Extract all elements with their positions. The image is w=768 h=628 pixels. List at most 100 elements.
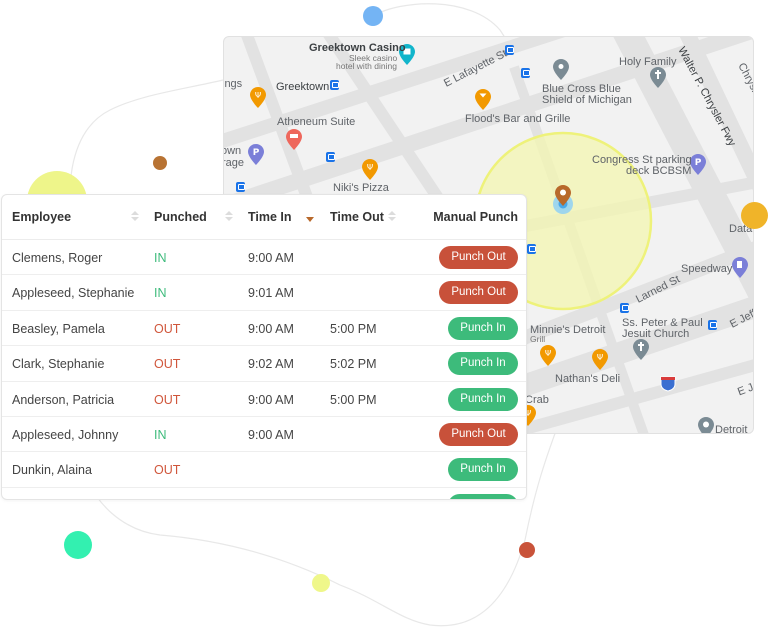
church-pin-icon[interactable] <box>633 339 649 360</box>
restaurant-pin-icon[interactable]: Ψ <box>362 159 378 180</box>
punch-status: OUT <box>154 321 181 336</box>
table-row: Dunkin, Alaina OUT Punch In <box>2 452 526 488</box>
interstate-375-shield <box>660 376 676 392</box>
punch-out-button[interactable]: Punch Out <box>439 281 518 305</box>
parking-pin-icon[interactable]: P <box>248 144 264 165</box>
map-label: ings <box>223 78 243 90</box>
map-label: Shield of Michigan <box>542 94 632 106</box>
parking-pin-icon[interactable]: P <box>690 154 706 175</box>
map-label: rage <box>223 157 245 169</box>
map-label: Greektown <box>276 81 330 93</box>
map-label: deck BCBSM <box>626 165 692 177</box>
transit-icon[interactable] <box>708 320 717 330</box>
employee-name: Anderson, Patricia <box>12 392 115 407</box>
punch-in-button[interactable]: Punch In <box>448 458 518 482</box>
green-dot <box>64 531 92 559</box>
map-label: own <box>223 145 242 157</box>
map-label: Atheneum Suite <box>277 116 356 128</box>
punch-in-button[interactable]: Punch In <box>448 316 518 340</box>
employee-name: Clark, Stephanie <box>12 357 105 372</box>
map-label: hotel with dining <box>336 61 397 71</box>
punch-status: IN <box>154 428 167 442</box>
transit-icon[interactable] <box>527 244 536 254</box>
blue-dot <box>363 6 383 26</box>
location-pin-icon[interactable] <box>555 185 571 206</box>
svg-text:Ψ: Ψ <box>255 91 261 100</box>
employee-punch-table: Employee Punched Time In Time Out Manual… <box>1 194 527 500</box>
hotel-pin-icon[interactable] <box>286 129 302 150</box>
column-header-employee[interactable]: Employee <box>12 210 71 224</box>
punch-in-button[interactable]: Punch In <box>448 493 518 499</box>
time-in: 9:02 AM <box>248 357 294 372</box>
table-row: Appleseed, Johnny IN 9:00 AM Punch Out <box>2 417 526 453</box>
time-out: 5:00 PM <box>330 321 377 336</box>
transit-icon[interactable] <box>326 152 335 162</box>
time-in: 9:00 AM <box>248 392 294 407</box>
brown-dot <box>153 156 167 170</box>
table-row: Beasley, Pamela OUT 9:00 AM 5:00 PM Punch In <box>2 311 526 347</box>
svg-text:P: P <box>253 148 260 158</box>
sort-icon[interactable] <box>388 211 396 223</box>
column-header-time-in[interactable]: Time In <box>248 210 292 224</box>
svg-text:Ψ: Ψ <box>597 353 603 362</box>
column-header-time-out[interactable]: Time Out <box>330 210 384 224</box>
yellow-small-dot <box>312 574 330 592</box>
map-label: Holy Family <box>619 56 677 68</box>
punch-out-button[interactable]: Punch Out <box>439 423 518 446</box>
svg-text:P: P <box>695 158 702 168</box>
map-label: Flood's Bar and Grille <box>465 113 571 125</box>
column-header-punched[interactable]: Punched <box>154 210 207 224</box>
red-dot <box>519 542 535 558</box>
column-header-manual-punch: Manual Punch <box>433 210 518 224</box>
punch-status: OUT <box>154 463 181 478</box>
transit-icon[interactable] <box>236 182 245 192</box>
punch-status: OUT <box>154 392 181 407</box>
transit-icon[interactable] <box>620 303 629 313</box>
bar-pin-icon[interactable] <box>475 89 491 110</box>
punch-in-button[interactable]: Punch In <box>448 352 518 376</box>
table-row: Clark, Stephanie OUT 9:02 AM 5:02 PM Punch I… <box>2 346 526 382</box>
time-out: 5:02 PM <box>330 357 377 372</box>
table-row: Anderson, Patricia OUT 9:00 AM 5:00 PM Punch… <box>2 382 526 417</box>
table-row: Clemens, Roger IN 9:00 AM Punch Out <box>2 240 526 276</box>
orange-dot <box>741 202 768 229</box>
map-label: Grill <box>530 334 546 344</box>
map-label: Crab <box>525 394 549 406</box>
restaurant-pin-icon[interactable]: Ψ <box>250 87 266 108</box>
time-in: 9:00 AM <box>248 428 294 442</box>
transit-icon[interactable] <box>330 80 339 90</box>
restaurant-pin-icon[interactable]: Ψ <box>540 345 556 366</box>
time-in: 9:01 AM <box>248 286 294 301</box>
punch-status: OUT <box>154 357 181 372</box>
map-label: Speedway <box>681 263 733 275</box>
church-pin-icon[interactable] <box>650 67 666 88</box>
svg-text:Ψ: Ψ <box>545 349 551 358</box>
map-label: Jesuit Church <box>622 328 690 340</box>
punch-status: IN <box>154 251 167 265</box>
table-row: Appleseed, Stephanie IN 9:01 AM Punch Out <box>2 275 526 311</box>
punch-out-button[interactable]: Punch Out <box>439 246 518 269</box>
punch-status: IN <box>154 286 167 301</box>
sort-desc-icon[interactable] <box>306 217 314 222</box>
employee-name: Clemens, Roger <box>12 251 103 265</box>
time-in: 9:00 AM <box>248 251 294 265</box>
map-label: Detroit <box>715 424 748 434</box>
gas-station-pin-icon[interactable] <box>732 257 748 278</box>
employee-name: Appleseed, Stephanie <box>12 286 135 301</box>
sort-icon[interactable] <box>131 211 139 223</box>
place-pin-icon[interactable] <box>698 417 714 434</box>
transit-icon[interactable] <box>521 68 530 78</box>
time-out: 5:00 PM <box>330 392 377 407</box>
table-header: Employee Punched Time In Time Out Manual… <box>2 195 526 240</box>
table-row: Punch In <box>2 488 526 499</box>
punch-in-button[interactable]: Punch In <box>448 387 518 411</box>
office-pin-icon[interactable] <box>553 59 569 80</box>
svg-text:Ψ: Ψ <box>367 163 373 172</box>
map-label: Niki's Pizza <box>333 182 389 194</box>
map-label: Nathan's Deli <box>555 373 621 385</box>
sort-icon[interactable] <box>225 211 233 223</box>
time-in: 9:00 AM <box>248 321 294 336</box>
employee-name: Appleseed, Johnny <box>12 428 119 442</box>
employee-name: Dunkin, Alaina <box>12 463 92 478</box>
restaurant-pin-icon[interactable]: Ψ <box>592 349 608 370</box>
